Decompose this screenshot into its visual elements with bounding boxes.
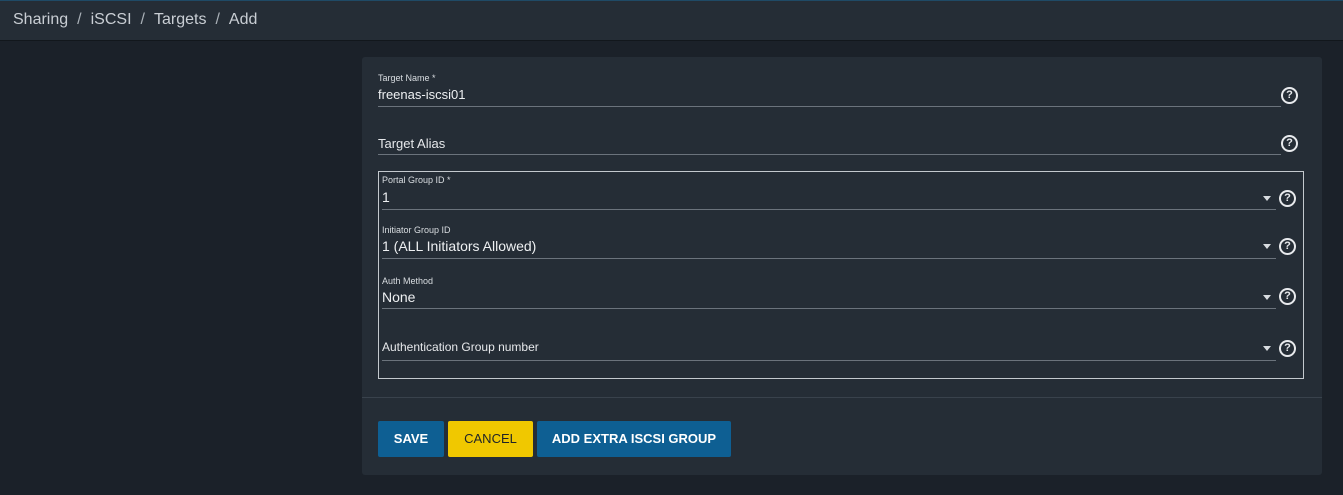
caret-down-icon[interactable] — [1263, 244, 1271, 249]
caret-down-icon[interactable] — [1263, 196, 1271, 201]
breadcrumb-iscsi[interactable]: iSCSI — [91, 11, 132, 29]
help-circle-icon[interactable]: ? — [1279, 238, 1296, 255]
target-name-input[interactable]: freenas-iscsi01 — [378, 87, 465, 102]
target-alias-field[interactable]: Target Alias ? — [378, 133, 1322, 163]
breadcrumb-separator: / — [77, 11, 82, 28]
breadcrumb-targets[interactable]: Targets — [154, 11, 206, 29]
initiator-group-field[interactable]: Initiator Group ID 1 (ALL Initiators All… — [382, 225, 1302, 261]
help-circle-icon[interactable]: ? — [1281, 87, 1298, 104]
auth-group-underline — [382, 360, 1276, 361]
save-button[interactable]: SAVE — [378, 421, 444, 457]
cancel-button[interactable]: CANCEL — [448, 421, 533, 457]
auth-method-underline — [382, 308, 1276, 309]
help-circle-icon[interactable]: ? — [1279, 340, 1296, 357]
initiator-group-underline — [382, 258, 1276, 259]
breadcrumb-add: Add — [228, 11, 258, 28]
breadcrumb-separator: / — [140, 11, 145, 28]
breadcrumb-sharing[interactable]: Sharing — [13, 11, 68, 29]
target-form-card: Target Name * freenas-iscsi01 ? Target A… — [362, 57, 1322, 475]
portal-group-underline — [382, 209, 1276, 210]
help-circle-icon[interactable]: ? — [1281, 135, 1298, 152]
portal-group-select[interactable]: 1 — [382, 189, 390, 205]
target-name-label: Target Name * — [378, 73, 436, 83]
target-alias-input[interactable]: Target Alias — [378, 136, 445, 151]
target-name-underline — [378, 106, 1281, 107]
caret-down-icon[interactable] — [1263, 295, 1271, 300]
auth-method-field[interactable]: Auth Method None ? — [382, 276, 1302, 312]
portal-group-label: Portal Group ID * — [382, 175, 451, 185]
iscsi-group-box: Portal Group ID * 1 ? Initiator Group ID… — [378, 171, 1304, 379]
help-circle-icon[interactable]: ? — [1279, 288, 1296, 305]
target-alias-underline — [378, 154, 1281, 155]
portal-group-field[interactable]: Portal Group ID * 1 ? — [382, 175, 1302, 211]
initiator-group-select[interactable]: 1 (ALL Initiators Allowed) — [382, 238, 536, 254]
top-bar: Sharing / iSCSI / Targets / Add — [0, 0, 1343, 41]
initiator-group-label: Initiator Group ID — [382, 225, 451, 235]
add-extra-iscsi-group-button[interactable]: ADD EXTRA ISCSI GROUP — [537, 421, 731, 457]
breadcrumb-separator: / — [215, 11, 220, 28]
card-divider — [362, 397, 1322, 398]
auth-method-select[interactable]: None — [382, 289, 415, 305]
caret-down-icon[interactable] — [1263, 346, 1271, 351]
auth-method-label: Auth Method — [382, 276, 434, 286]
auth-group-field[interactable]: Authentication Group number ? — [382, 336, 1302, 366]
auth-group-select[interactable]: Authentication Group number — [382, 340, 539, 354]
help-circle-icon[interactable]: ? — [1279, 190, 1296, 207]
breadcrumb: Sharing / iSCSI / Targets / Add — [13, 11, 257, 29]
target-name-field[interactable]: Target Name * freenas-iscsi01 ? — [378, 73, 1322, 113]
